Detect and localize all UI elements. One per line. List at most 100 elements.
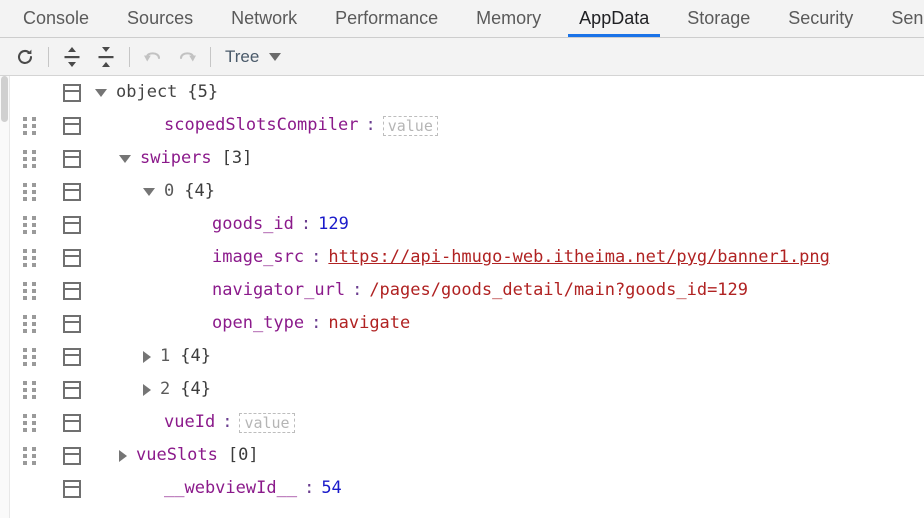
collapse-all-button[interactable]	[89, 44, 123, 70]
undo-icon	[144, 51, 161, 61]
tree-row[interactable]: vueId: value	[9, 406, 924, 439]
tree-node-count: {4}	[180, 346, 211, 366]
toolbar-divider	[48, 46, 49, 67]
tree-node-value-number[interactable]: 129	[318, 216, 349, 233]
node-card-icon[interactable]	[63, 479, 81, 498]
node-card-icon[interactable]	[63, 149, 81, 168]
node-card-icon[interactable]	[63, 83, 81, 102]
drag-handle-icon[interactable]	[23, 347, 36, 366]
tree-row[interactable]: object {5}	[9, 76, 924, 109]
drag-handle-icon[interactable]	[23, 149, 36, 168]
toggle-spacer	[191, 323, 203, 324]
tree-row[interactable]: goods_id:129	[9, 208, 924, 241]
tree-node-count: {4}	[180, 379, 211, 399]
tree-row[interactable]: image_src: https://api-hmugo-web.itheima.…	[9, 241, 924, 274]
chevron-down-icon[interactable]	[143, 187, 155, 196]
undo-button[interactable]	[136, 44, 170, 70]
tree-node-value-number[interactable]: 54	[321, 480, 341, 497]
tab-sensor[interactable]: Sensor	[872, 0, 924, 37]
chevron-right-icon[interactable]	[143, 350, 151, 363]
tree-row-content: image_src: https://api-hmugo-web.itheima.…	[191, 249, 830, 266]
chevron-down-icon[interactable]	[119, 154, 131, 163]
chevron-right-icon[interactable]	[119, 449, 127, 462]
toolbar-divider	[210, 46, 211, 67]
tree-node-value-link[interactable]: https://api-hmugo-web.itheima.net/pyg/ba…	[328, 249, 830, 266]
refresh-button[interactable]	[8, 44, 42, 70]
drag-handle-icon[interactable]	[23, 281, 36, 300]
node-card-icon[interactable]	[63, 347, 81, 366]
tab-memory[interactable]: Memory	[457, 0, 560, 37]
tree-node-count: [0]	[227, 445, 259, 465]
tree-row[interactable]: navigator_url: /pages/goods_detail/main?g…	[9, 274, 924, 307]
drag-handle-icon[interactable]	[23, 413, 36, 432]
tree-node-count: [3]	[221, 148, 253, 168]
expand-all-icon	[64, 46, 80, 67]
tree-node-key: 0	[164, 181, 175, 201]
key-value-separator: :	[222, 412, 233, 432]
tree-node-key: swipers	[140, 148, 212, 168]
tree-row[interactable]: vueSlots [0]	[9, 439, 924, 472]
tree-row[interactable]: 0 {4}	[9, 175, 924, 208]
node-card-icon[interactable]	[63, 215, 81, 234]
tree-row-content: __webviewId__:54	[143, 480, 342, 497]
appdata-tree-pane: object {5} scopedSlotsCompiler: value swiper…	[0, 76, 924, 518]
tab-appdata[interactable]: AppData	[560, 0, 668, 37]
node-card-icon[interactable]	[63, 116, 81, 135]
tree-node-key: vueId	[164, 412, 216, 432]
node-card-icon[interactable]	[63, 413, 81, 432]
tree-node-key: navigator_url	[212, 280, 346, 300]
toggle-spacer	[191, 257, 203, 258]
tree-row[interactable]: swipers [3]	[9, 142, 924, 175]
drag-handle-icon[interactable]	[23, 182, 36, 201]
key-value-separator: :	[304, 478, 315, 498]
drag-handle-icon[interactable]	[23, 380, 36, 399]
scrollbar-thumb[interactable]	[1, 76, 8, 122]
tree-node-key: 2	[160, 379, 171, 399]
tree-row-content: scopedSlotsCompiler: value	[143, 115, 438, 136]
tree-node-value-placeholder[interactable]: value	[382, 115, 438, 136]
drag-handle-icon[interactable]	[23, 314, 36, 333]
tree-row-content: navigator_url: /pages/goods_detail/main?g…	[191, 282, 748, 299]
expand-all-button[interactable]	[55, 44, 89, 70]
tree-row[interactable]: open_type: navigate	[9, 307, 924, 340]
node-card-icon[interactable]	[63, 182, 81, 201]
chevron-right-icon[interactable]	[143, 383, 151, 396]
tab-network[interactable]: Network	[212, 0, 316, 37]
tab-console[interactable]: Console	[4, 0, 108, 37]
key-value-separator: :	[352, 280, 363, 300]
tree-rows: object {5} scopedSlotsCompiler: value swiper…	[9, 76, 924, 518]
drag-handle-icon[interactable]	[23, 446, 36, 465]
tree-row[interactable]: __webviewId__:54	[9, 472, 924, 505]
drag-handle-icon[interactable]	[23, 215, 36, 234]
toggle-spacer	[191, 224, 203, 225]
tree-node-value-string[interactable]: /pages/goods_detail/main?goods_id=129	[369, 282, 748, 299]
tree-row-content: 1 {4}	[143, 348, 211, 365]
node-card-icon[interactable]	[63, 446, 81, 465]
view-mode-select[interactable]: Tree	[225, 46, 282, 67]
tree-row[interactable]: 1 {4}	[9, 340, 924, 373]
tree-node-count: {5}	[187, 82, 219, 102]
tab-security[interactable]: Security	[769, 0, 872, 37]
redo-button[interactable]	[170, 44, 204, 70]
tree-node-value-placeholder[interactable]: value	[239, 412, 295, 433]
tree-row-content: open_type: navigate	[191, 315, 410, 332]
key-value-separator: :	[365, 115, 376, 135]
tab-storage[interactable]: Storage	[668, 0, 769, 37]
tab-performance[interactable]: Performance	[316, 0, 457, 37]
tree-node-key: scopedSlotsCompiler	[164, 115, 359, 135]
view-mode-label: Tree	[225, 46, 260, 66]
node-card-icon[interactable]	[63, 380, 81, 399]
tree-node-value-string[interactable]: navigate	[328, 315, 410, 332]
tree-node-count: {4}	[184, 181, 215, 201]
drag-handle-icon[interactable]	[23, 248, 36, 267]
chevron-down-icon[interactable]	[95, 88, 107, 97]
key-value-separator: :	[300, 214, 312, 234]
tab-sources[interactable]: Sources	[108, 0, 212, 37]
node-card-icon[interactable]	[63, 281, 81, 300]
toggle-spacer	[191, 290, 203, 291]
node-card-icon[interactable]	[63, 314, 81, 333]
node-card-icon[interactable]	[63, 248, 81, 267]
tree-row[interactable]: scopedSlotsCompiler: value	[9, 109, 924, 142]
tree-row[interactable]: 2 {4}	[9, 373, 924, 406]
drag-handle-icon[interactable]	[23, 116, 36, 135]
